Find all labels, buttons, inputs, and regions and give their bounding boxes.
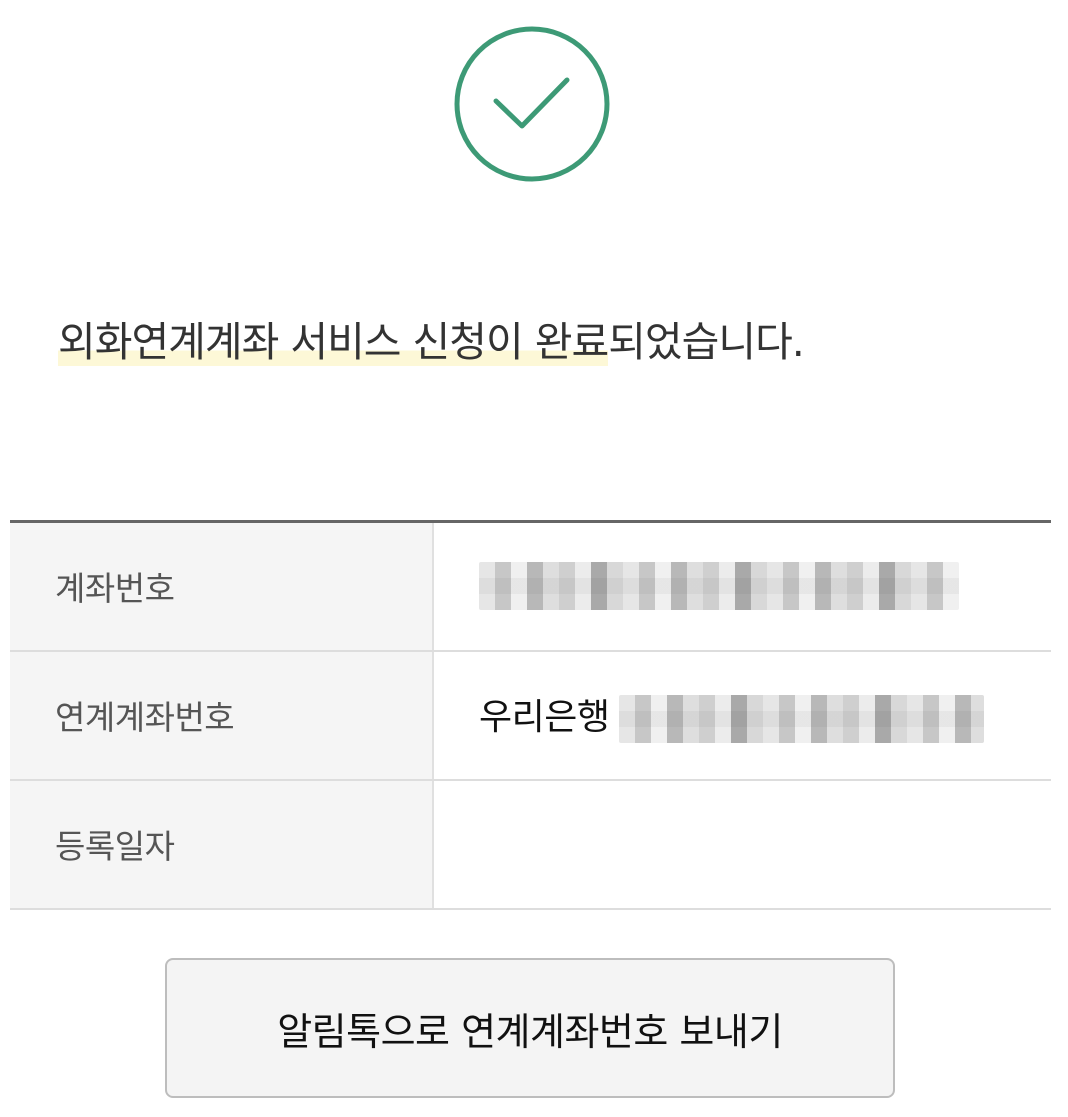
linked-bank-name: 우리은행 — [479, 696, 610, 738]
account-info-table: 계좌번호 연계계좌번호 우리은행 등록일자 — [10, 520, 1051, 910]
masked-account-number — [479, 562, 959, 611]
account-number-value — [433, 521, 1051, 652]
table-row: 계좌번호 — [10, 521, 1051, 652]
completion-message-rest: 되었습니다. — [608, 318, 805, 366]
table-row: 연계계좌번호 우리은행 — [10, 650, 1051, 781]
completion-message-highlight: 외화연계계좌 서비스 신청이 완료 — [58, 318, 609, 366]
registration-date-value — [433, 779, 1051, 910]
table-row: 등록일자 — [10, 779, 1051, 910]
registration-date-label: 등록일자 — [10, 779, 434, 910]
linked-account-number-label: 연계계좌번호 — [10, 650, 434, 781]
completion-message: 외화연계계좌 서비스 신청이 완료되었습니다. — [58, 312, 805, 372]
send-alimtalk-button[interactable]: 알림톡으로 연계계좌번호 보내기 — [165, 958, 895, 1098]
linked-account-number-value: 우리은행 — [433, 650, 1051, 781]
masked-linked-account-number — [619, 694, 985, 743]
check-circle-icon — [453, 25, 611, 183]
account-number-label: 계좌번호 — [10, 521, 434, 652]
